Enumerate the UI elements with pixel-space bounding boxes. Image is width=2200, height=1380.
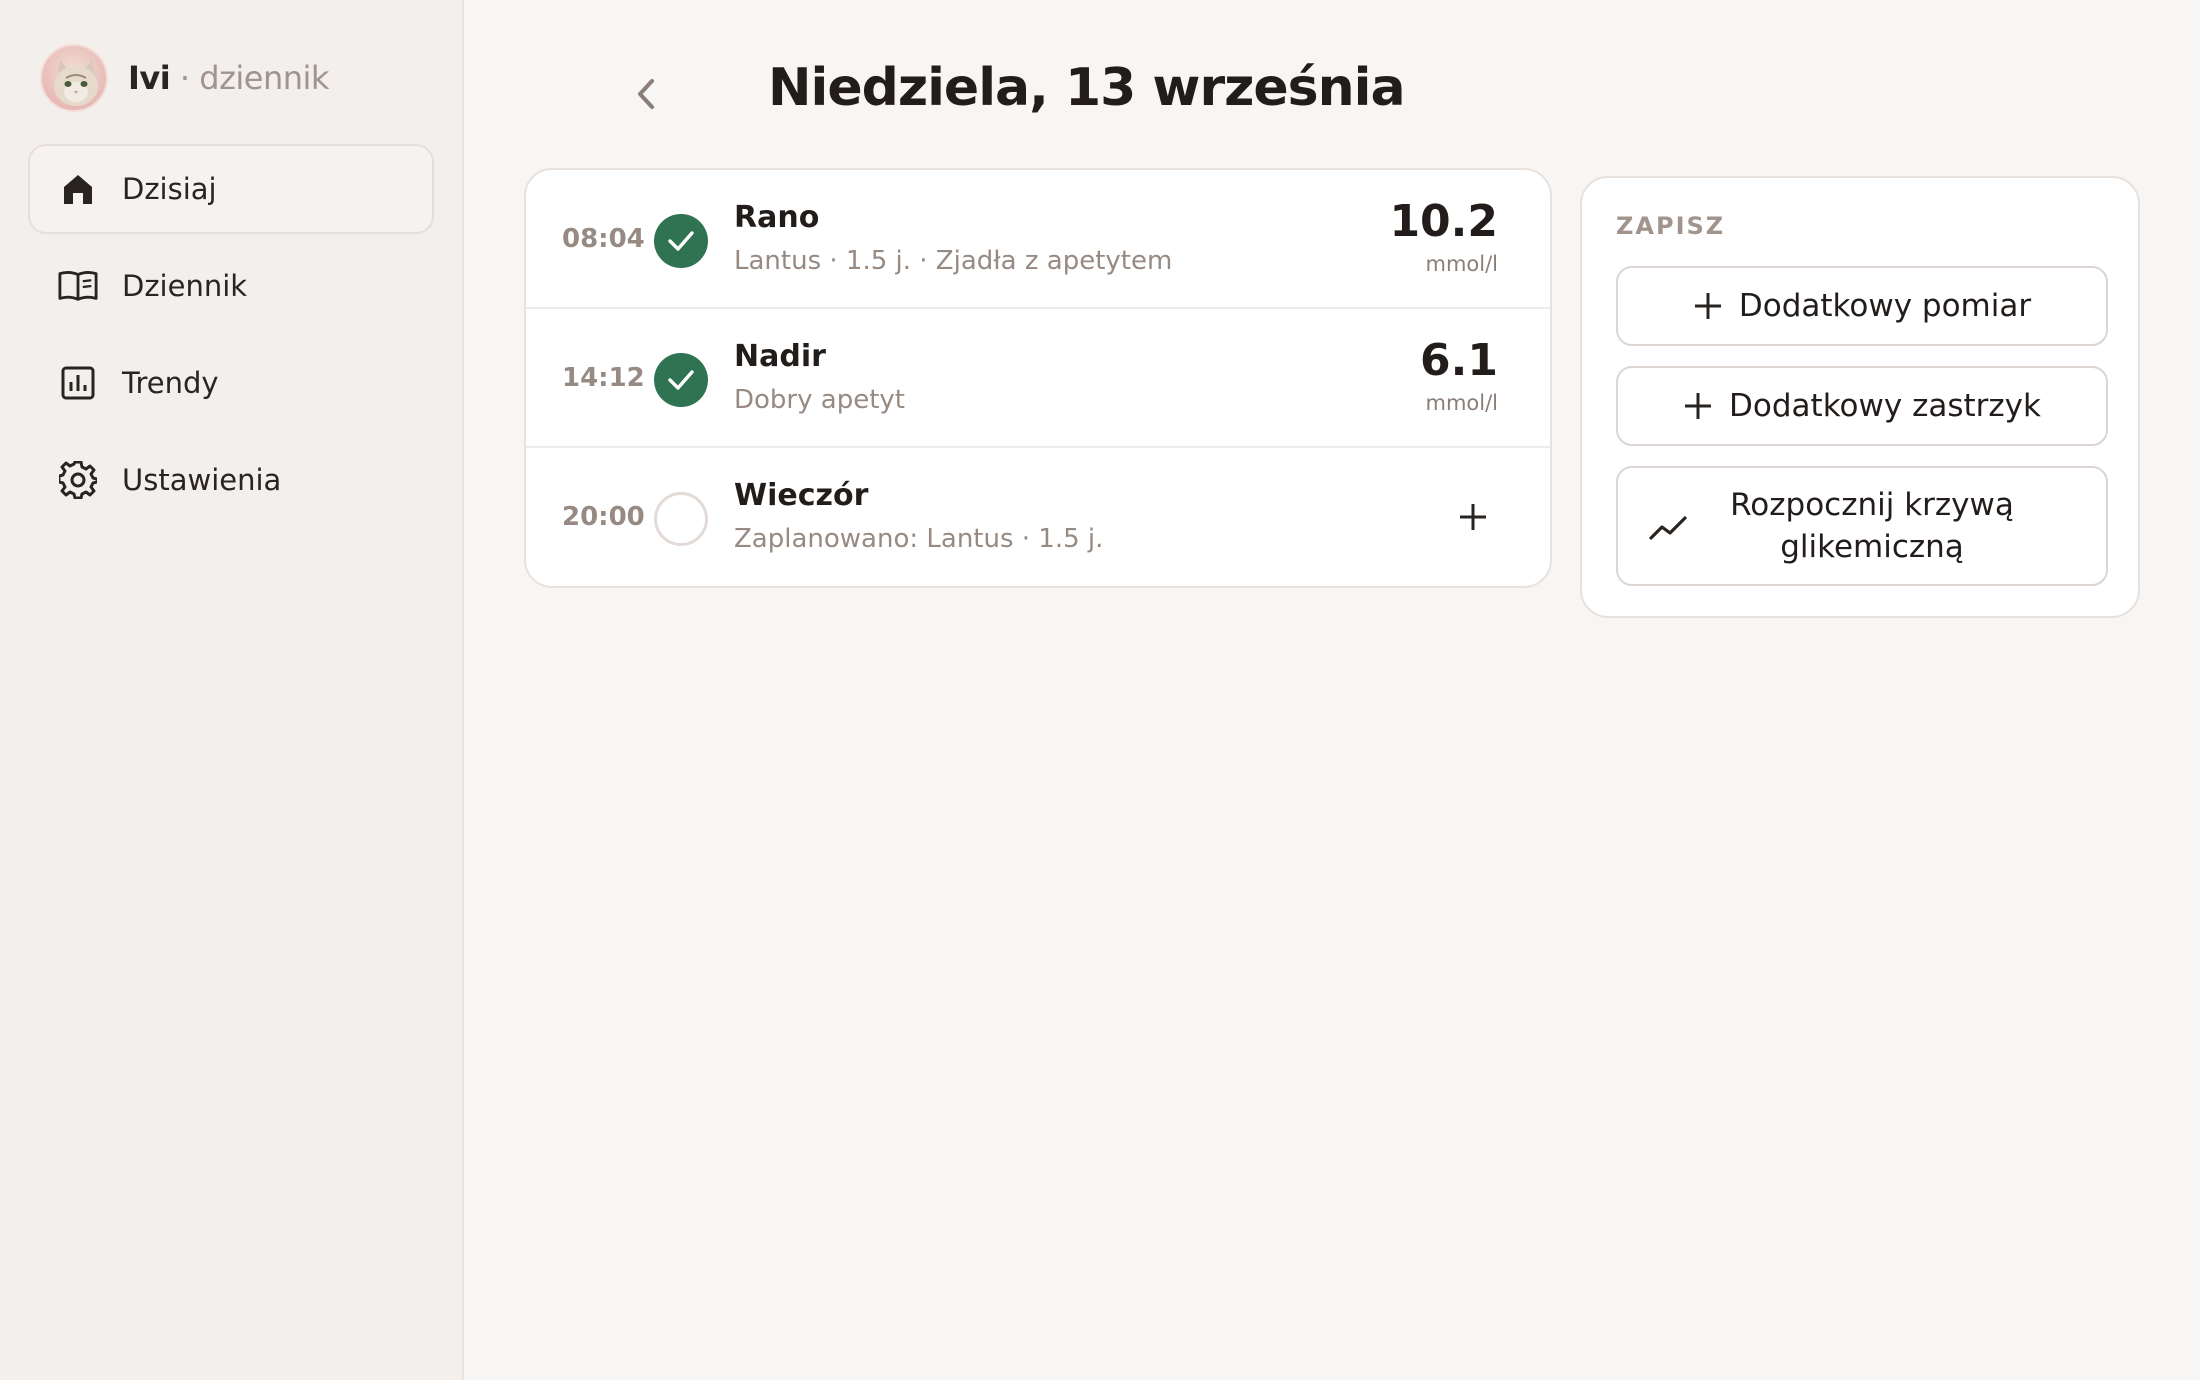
brand-subtitle: dziennik — [199, 59, 329, 97]
plus-icon — [1694, 293, 1721, 319]
start-curve-button[interactable]: Rozpocznij krzywą glikemiczną — [1616, 466, 2108, 586]
entries-list: 08:04 Rano Lantus · 1.5 j. · Zjadła z ap… — [524, 168, 1552, 588]
entry-row[interactable]: 14:12 Nadir Dobry apetyt 6.1 mmol/l — [526, 309, 1550, 448]
trend-line-icon — [1649, 516, 1687, 540]
sidebar: Ivi · dziennik Dzisiaj Dziennik Trendy U… — [0, 0, 464, 1380]
button-label: Rozpocznij krzywą glikemiczną — [1712, 484, 2032, 568]
empty-circle-icon[interactable] — [654, 492, 708, 546]
check-icon — [654, 214, 708, 268]
sidebar-nav: Dzisiaj Dziennik Trendy Ustawienia — [28, 144, 434, 532]
button-label: Dodatkowy pomiar — [1738, 288, 2032, 324]
entry-subtitle: Zaplanowano: Lantus · 1.5 j. — [734, 524, 1104, 554]
bar-chart-icon — [58, 363, 98, 403]
button-label-line-2: glikemiczną — [1780, 529, 1964, 565]
entry-row[interactable]: 20:00 Wieczór Zaplanowano: Lantus · 1.5 … — [526, 448, 1550, 586]
entry-value: 6.1 — [1420, 335, 1498, 386]
sidebar-item-label: Dziennik — [122, 269, 248, 303]
sidebar-item-label: Dzisiaj — [122, 172, 217, 206]
sidebar-item-label: Trendy — [122, 366, 219, 400]
button-label-line-1: Rozpocznij krzywą — [1730, 487, 2014, 523]
brand: Ivi · dziennik — [40, 44, 329, 112]
save-heading: ZAPISZ — [1616, 212, 1726, 240]
save-panel: ZAPISZ Dodatkowy pomiar Dodatkowy zastrz… — [1580, 176, 2140, 618]
entry-time: 20:00 — [562, 502, 645, 532]
button-label: Dodatkowy zastrzyk — [1729, 388, 2041, 424]
entry-title: Rano — [734, 200, 820, 235]
entry-subtitle: Lantus · 1.5 j. · Zjadła z apetytem — [734, 246, 1173, 276]
page-title: Niedziela, 13 września — [768, 58, 1406, 118]
entry-time: 08:04 — [562, 224, 645, 254]
plus-icon — [1685, 393, 1712, 419]
entry-title: Wieczór — [734, 478, 869, 513]
add-measurement-button[interactable]: Dodatkowy pomiar — [1616, 266, 2108, 346]
sidebar-item-label: Ustawienia — [122, 463, 282, 497]
entry-subtitle: Dobry apetyt — [734, 385, 905, 415]
chevron-left-icon — [638, 79, 654, 109]
add-injection-button[interactable]: Dodatkowy zastrzyk — [1616, 366, 2108, 446]
brand-name: Ivi — [128, 59, 171, 97]
gear-icon — [58, 460, 98, 500]
sidebar-item-dziennik[interactable]: Dziennik — [28, 241, 434, 331]
home-icon — [58, 169, 98, 209]
book-icon — [58, 266, 98, 306]
sidebar-item-trendy[interactable]: Trendy — [28, 338, 434, 428]
avatar[interactable] — [40, 44, 108, 112]
entry-value: 10.2 — [1389, 196, 1498, 247]
check-icon — [654, 353, 708, 407]
brand-separator: · — [170, 59, 200, 97]
plus-icon — [1460, 504, 1486, 530]
entry-row[interactable]: 08:04 Rano Lantus · 1.5 j. · Zjadła z ap… — [526, 170, 1550, 309]
entry-unit: mmol/l — [1425, 391, 1498, 415]
sidebar-item-dzisiaj[interactable]: Dzisiaj — [28, 144, 434, 234]
entry-title: Nadir — [734, 339, 826, 374]
brand-text: Ivi · dziennik — [128, 59, 329, 97]
add-entry-button[interactable] — [1448, 492, 1498, 542]
entry-unit: mmol/l — [1425, 252, 1498, 276]
back-button[interactable] — [626, 66, 666, 122]
sidebar-item-ustawienia[interactable]: Ustawienia — [28, 435, 434, 525]
entry-time: 14:12 — [562, 363, 645, 393]
